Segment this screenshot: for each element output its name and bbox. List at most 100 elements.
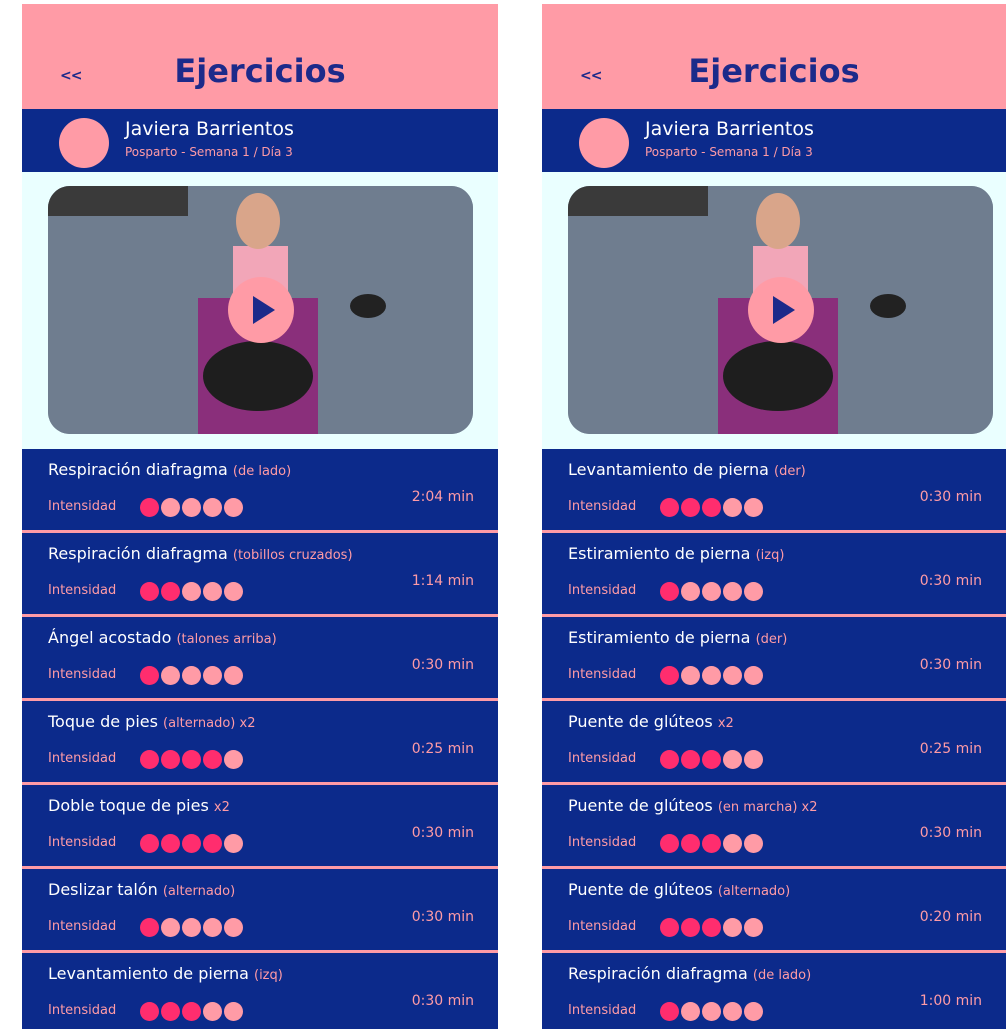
intensity-dot-icon <box>702 666 721 685</box>
intensity-dot-icon <box>224 1002 243 1021</box>
exercise-row[interactable]: Estiramiento de pierna (der) Intensidad 0:… <box>542 617 1006 701</box>
app-header: << Ejercicios <box>542 4 1006 109</box>
exercise-row[interactable]: Puente de glúteos (alternado) Intensidad 0… <box>542 869 1006 953</box>
intensity-rating <box>660 750 765 770</box>
exercise-title: Respiración diafragma (tobillos cruzados… <box>48 544 353 563</box>
intensity-dot-icon <box>681 750 700 769</box>
intensity-rating <box>140 582 245 602</box>
exercise-row[interactable]: Puente de glúteos (en marcha) x2 Intensid… <box>542 785 1006 869</box>
exercise-title: Puente de glúteos x2 <box>568 712 734 731</box>
exercise-list: Levantamiento de pierna (der) Intensidad 0… <box>542 449 1006 1029</box>
user-bar: Javiera Barrientos Posparto - Semana 1 /… <box>542 109 1006 172</box>
exercise-detail: (talones arriba) <box>176 632 277 647</box>
exercise-detail: (de lado) <box>232 464 292 479</box>
exercise-detail: x2 <box>213 800 230 815</box>
exercise-name: Puente de glúteos <box>568 796 713 815</box>
exercise-row[interactable]: Levantamiento de pierna (der) Intensidad 0… <box>542 449 1006 533</box>
exercise-title: Respiración diafragma (de lado) <box>48 460 291 479</box>
exercise-name: Toque de pies <box>48 712 158 731</box>
screen-left: << Ejercicios Javiera Barrientos Pospart… <box>22 4 498 1029</box>
intensity-dot-icon <box>161 666 180 685</box>
exercise-title: Respiración diafragma (de lado) <box>568 964 811 983</box>
exercise-row[interactable]: Deslizar talón (alternado) Intensidad 0:30… <box>22 869 498 953</box>
play-button[interactable] <box>747 277 814 343</box>
intensity-label: Intensidad <box>48 835 117 850</box>
exercise-row[interactable]: Doble toque de pies x2 Intensidad 0:30 min <box>22 785 498 869</box>
intensity-dot-icon <box>140 498 159 517</box>
play-icon <box>772 296 795 324</box>
intensity-dot-icon <box>140 834 159 853</box>
play-button[interactable] <box>227 277 294 343</box>
exercise-row[interactable]: Respiración diafragma (tobillos cruzados… <box>22 533 498 617</box>
exercise-duration: 0:30 min <box>411 657 474 673</box>
intensity-label: Intensidad <box>48 1003 117 1018</box>
exercise-name: Respiración diafragma <box>568 964 748 983</box>
exercise-row[interactable]: Respiración diafragma (de lado) Intensida… <box>22 449 498 533</box>
screen-right: << Ejercicios Javiera Barrientos Pospart… <box>542 4 1006 1029</box>
exercise-row[interactable]: Puente de glúteos x2 Intensidad 0:25 min <box>542 701 1006 785</box>
intensity-dot-icon <box>182 834 201 853</box>
intensity-rating <box>140 834 245 854</box>
intensity-dot-icon <box>744 918 763 937</box>
intensity-dot-icon <box>744 498 763 517</box>
intensity-dot-icon <box>723 834 742 853</box>
exercise-title: Estiramiento de pierna (der) <box>568 628 787 647</box>
intensity-dot-icon <box>203 834 222 853</box>
intensity-rating <box>660 582 765 602</box>
exercise-name: Puente de glúteos <box>568 712 713 731</box>
intensity-dot-icon <box>203 666 222 685</box>
intensity-label: Intensidad <box>568 499 637 514</box>
intensity-label: Intensidad <box>568 667 637 682</box>
intensity-dot-icon <box>182 582 201 601</box>
intensity-dot-icon <box>702 834 721 853</box>
exercise-duration: 0:30 min <box>411 993 474 1009</box>
intensity-label: Intensidad <box>568 919 637 934</box>
intensity-label: Intensidad <box>48 751 117 766</box>
intensity-dot-icon <box>140 1002 159 1021</box>
exercise-duration: 2:04 min <box>411 489 474 505</box>
intensity-label: Intensidad <box>568 583 637 598</box>
avatar[interactable] <box>59 118 109 168</box>
play-icon <box>252 296 275 324</box>
video-thumbnail[interactable] <box>568 186 993 434</box>
avatar[interactable] <box>579 118 629 168</box>
intensity-dot-icon <box>723 1002 742 1021</box>
program-subtitle: Posparto - Semana 1 / Día 3 <box>125 145 293 159</box>
intensity-dot-icon <box>203 582 222 601</box>
intensity-dot-icon <box>723 666 742 685</box>
exercise-duration: 1:00 min <box>919 993 982 1009</box>
intensity-dot-icon <box>702 498 721 517</box>
program-subtitle: Posparto - Semana 1 / Día 3 <box>645 145 813 159</box>
exercise-duration: 0:20 min <box>919 909 982 925</box>
exercise-title: Levantamiento de pierna (der) <box>568 460 806 479</box>
intensity-rating <box>140 1002 245 1022</box>
intensity-label: Intensidad <box>568 751 637 766</box>
exercise-row[interactable]: Estiramiento de pierna (izq) Intensidad 0:… <box>542 533 1006 617</box>
intensity-dot-icon <box>681 1002 700 1021</box>
intensity-dot-icon <box>744 666 763 685</box>
intensity-dot-icon <box>744 582 763 601</box>
intensity-dot-icon <box>161 1002 180 1021</box>
exercise-duration: 0:30 min <box>411 909 474 925</box>
intensity-rating <box>660 498 765 518</box>
exercise-list: Respiración diafragma (de lado) Intensida… <box>22 449 498 1029</box>
exercise-name: Respiración diafragma <box>48 544 228 563</box>
exercise-row[interactable]: Respiración diafragma (de lado) Intensida… <box>542 953 1006 1029</box>
exercise-title: Estiramiento de pierna (izq) <box>568 544 784 563</box>
app-header: << Ejercicios <box>22 4 498 109</box>
page-title: Ejercicios <box>174 52 346 90</box>
intensity-dot-icon <box>203 1002 222 1021</box>
exercise-row[interactable]: Toque de pies (alternado) x2 Intensidad 0:… <box>22 701 498 785</box>
exercise-detail: (alternado) <box>162 884 236 899</box>
intensity-dot-icon <box>203 498 222 517</box>
exercise-duration: 0:30 min <box>411 825 474 841</box>
exercise-row[interactable]: Levantamiento de pierna (izq) Intensidad 0… <box>22 953 498 1029</box>
intensity-dot-icon <box>744 834 763 853</box>
exercise-row[interactable]: Ángel acostado (talones arriba) Intensida… <box>22 617 498 701</box>
intensity-label: Intensidad <box>48 667 117 682</box>
exercise-detail: (der) <box>755 632 788 647</box>
video-thumbnail[interactable] <box>48 186 473 434</box>
exercise-detail: (de lado) <box>752 968 812 983</box>
exercise-name: Estiramiento de pierna <box>568 544 751 563</box>
intensity-dot-icon <box>224 498 243 517</box>
